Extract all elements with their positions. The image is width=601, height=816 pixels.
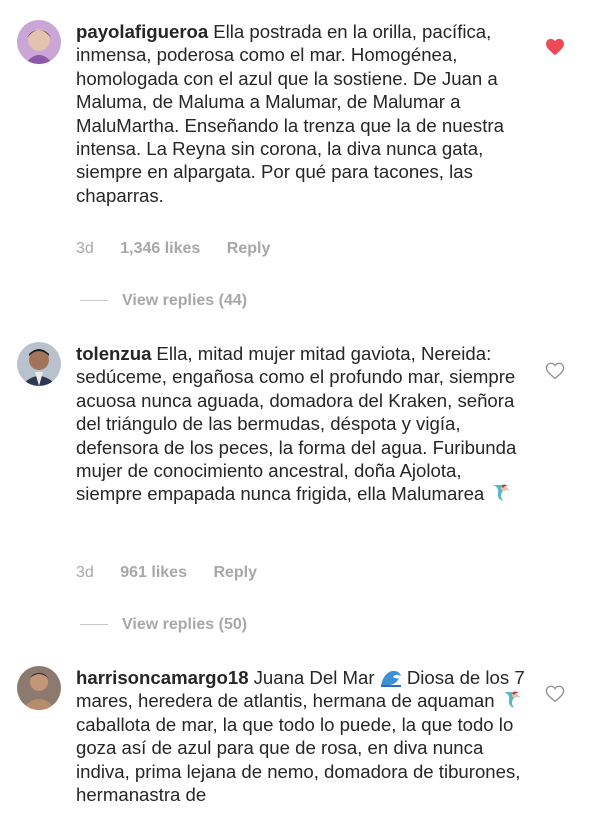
divider-line [80,624,108,626]
heart-outline-icon[interactable] [545,362,565,380]
heart-outline-icon[interactable] [545,685,565,703]
comment-meta: 3d 1,346 likes Reply [76,240,292,258]
view-replies-button[interactable]: View replies (44) [80,292,247,310]
wave-emoji [380,670,401,687]
avatar[interactable] [17,20,61,64]
comment-text: payolafigueroa Ella postrada en la orilla… [76,20,531,207]
reply-button[interactable]: Reply [227,240,271,257]
avatar[interactable] [17,666,61,710]
mermaid-emoji [503,691,520,709]
comment-body: Ella, mitad mujer mitad gaviota, Nereida… [76,343,517,505]
mermaid-emoji [493,484,510,502]
comment-username[interactable]: tolenzua [76,343,151,364]
view-replies-label: View replies (44) [122,292,248,309]
comment-body-part1: Juana Del Mar [253,667,375,688]
comment-username[interactable]: harrisoncamargo18 [76,667,249,688]
comment-body-part3: caballota de mar, la que todo lo puede, … [76,713,521,806]
likes-count[interactable]: 1,346 likes [120,240,200,257]
comment-text: harrisoncamargo18 Juana Del Mar Diosa de … [76,666,531,806]
comment-time: 3d [76,240,94,257]
comment-text: tolenzua Ella, mitad mujer mitad gaviota,… [76,342,531,506]
reply-button[interactable]: Reply [213,564,257,581]
comment-username[interactable]: payolafigueroa [76,21,208,42]
comment-body: Ella postrada en la orilla, pacífica, in… [76,21,504,206]
divider-line [80,300,108,302]
avatar[interactable] [17,342,61,386]
likes-count[interactable]: 961 likes [120,564,187,581]
heart-filled-icon[interactable] [545,38,565,56]
comment-meta: 3d 961 likes Reply [76,564,279,582]
view-replies-label: View replies (50) [122,616,248,633]
comment-time: 3d [76,564,94,581]
view-replies-button[interactable]: View replies (50) [80,616,247,634]
